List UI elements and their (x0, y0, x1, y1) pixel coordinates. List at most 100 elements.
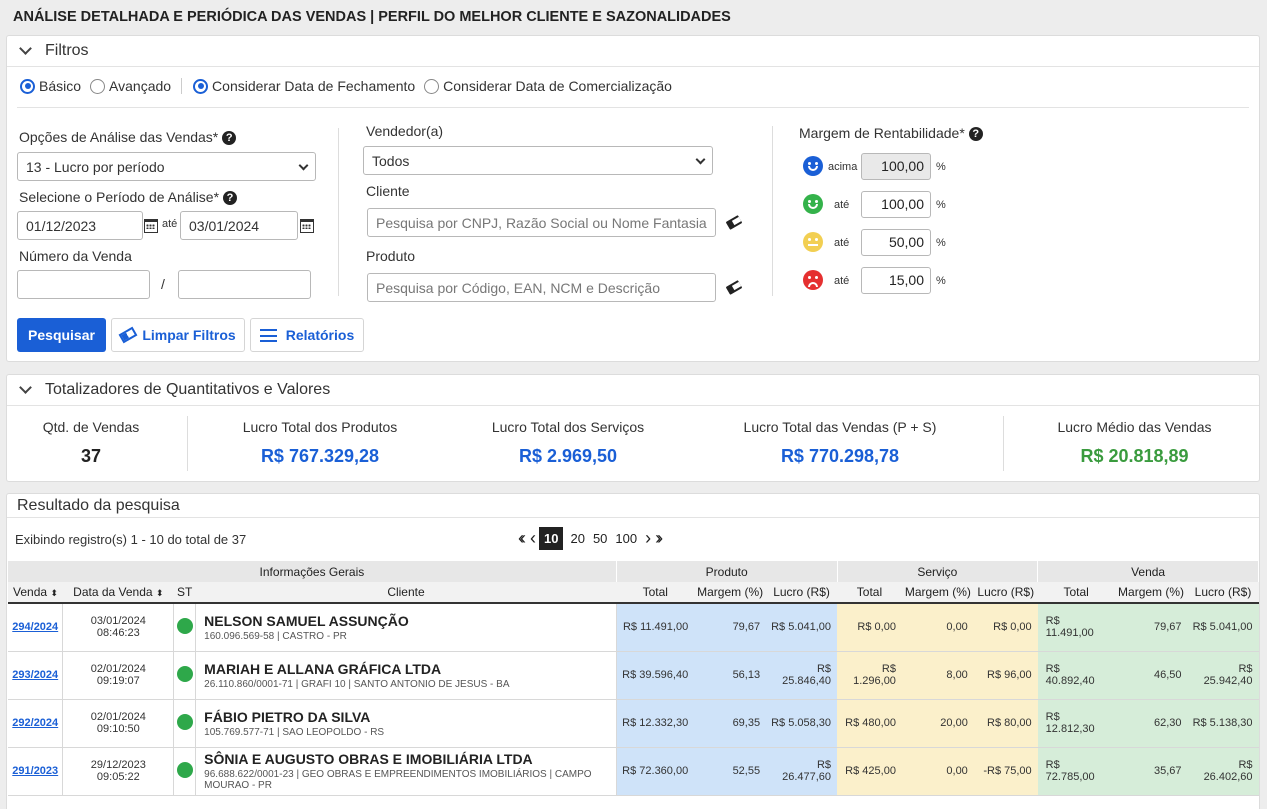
first-page-icon[interactable]: ‹‹ (518, 528, 526, 549)
margin-3-input[interactable]: 50,00 (861, 229, 931, 256)
status-dot (176, 617, 193, 634)
page-size-50[interactable]: 50 (593, 531, 607, 546)
page-size-20[interactable]: 20 (570, 531, 584, 546)
col-date[interactable]: Data da Venda ⬍ (62, 582, 174, 604)
margin-2-input[interactable]: 100,00 (861, 191, 931, 218)
sale-number-from-input[interactable] (17, 270, 150, 299)
col-service-total: Total (837, 582, 902, 604)
pagination: ‹‹ ‹ 10 20 50 100 › ›› (514, 527, 663, 550)
sale-number-to-input[interactable] (178, 270, 311, 299)
filters-panel: Filtros Básico Avançado Considerar Data … (6, 35, 1260, 362)
table-row: 293/2024 02/01/2024 09:19:07 MARIAH E ALLAN… (8, 651, 1259, 700)
sale-date: 02/01/2024 (90, 711, 146, 723)
total-services-value: R$ 2.969,50 (518, 446, 618, 466)
sale-time: 08:46:23 (96, 627, 140, 640)
service-margin: 8,00 (901, 651, 974, 700)
radio-date-closing[interactable] (193, 78, 209, 94)
column-divider (1003, 416, 1004, 471)
radio-date-trading[interactable] (424, 78, 440, 94)
product-margin: 79,67 (694, 603, 767, 652)
sale-time: 09:19:07 (96, 675, 140, 687)
help-icon[interactable]: ? (223, 191, 238, 205)
sale-profit: R$ 5.041,00 (1187, 603, 1259, 652)
date-from-input[interactable]: 01/12/2023 (17, 211, 143, 240)
margin-1-unit: % (936, 161, 946, 173)
analysis-select[interactable]: 13 - Lucro por período (17, 152, 316, 181)
radio-basic-label: Básico (39, 78, 82, 94)
reports-button[interactable]: Relatórios (250, 318, 364, 352)
margin-4-label: até (834, 275, 850, 287)
help-icon[interactable]: ? (968, 127, 983, 141)
column-divider (338, 128, 339, 296)
sale-margin: 35,67 (1114, 747, 1188, 796)
sort-icon: ⬍ (50, 588, 58, 598)
chevron-down-icon (695, 154, 706, 165)
sale-total: R$ 12.812,30 (1037, 699, 1115, 748)
seller-select[interactable]: Todos (363, 146, 713, 175)
product-margin: 52,55 (694, 747, 767, 796)
sale-link[interactable]: 294/2024 (12, 621, 58, 633)
radio-advanced[interactable] (90, 78, 106, 94)
product-total: R$ 12.332,30 (616, 699, 695, 748)
sale-link[interactable]: 291/2023 (12, 765, 58, 777)
calendar-icon[interactable] (300, 219, 314, 233)
margin-1-label: acima (828, 161, 858, 173)
radio-date-trading-label: Considerar Data de Comercialização (443, 78, 672, 94)
radio-basic[interactable] (20, 78, 35, 94)
eraser-icon[interactable] (725, 280, 743, 295)
product-search-input[interactable]: Pesquisa por Código, EAN, NCM e Descriçã… (367, 273, 716, 302)
next-page-icon[interactable]: › (645, 528, 651, 549)
product-total: R$ 39.596,40 (616, 651, 695, 700)
sale-margin: 46,50 (1114, 651, 1188, 700)
client-search-input[interactable]: Pesquisa por CNPJ, Razão Social ou Nome … (367, 208, 716, 237)
seller-label: Vendedor(a) (366, 123, 444, 139)
search-button[interactable]: Pesquisar (17, 318, 106, 352)
total-products: Lucro Total dos Produtos R$ 767.329,28 (220, 419, 420, 467)
product-profit: R$ 5.058,30 (766, 699, 838, 748)
totals-header[interactable]: Totalizadores de Quantitativos e Valores (7, 375, 1259, 406)
prev-page-icon[interactable]: ‹ (530, 528, 536, 549)
group-sale: Venda (1037, 561, 1259, 582)
service-total: R$ 425,00 (837, 747, 902, 796)
sale-date: 02/01/2024 (90, 663, 146, 675)
page-size-10[interactable]: 10 (539, 527, 564, 550)
group-general: Informações Gerais (8, 561, 617, 582)
product-profit: R$ 5.041,00 (766, 603, 838, 652)
eraser-icon[interactable] (725, 215, 743, 230)
sale-total: R$ 11.491,00 (1037, 603, 1115, 652)
page-size-100[interactable]: 100 (615, 531, 637, 546)
client-details: 26.110.860/0001-71 | GRAFI 10 | SANTO AN… (204, 678, 510, 690)
sale-number-separator: / (161, 276, 165, 292)
records-info: Exibindo registro(s) 1 - 10 do total de … (15, 532, 247, 547)
sale-margin: 79,67 (1114, 603, 1188, 652)
sale-link[interactable]: 292/2024 (12, 717, 58, 729)
total-sales: Lucro Total das Vendas (P + S) R$ 770.29… (720, 419, 960, 467)
filters-title: Filtros (45, 42, 89, 59)
results-title: Resultado da pesquisa (17, 496, 180, 514)
total-average-label: Lucro Médio das Vendas (1057, 419, 1212, 435)
col-client: Cliente (195, 582, 617, 604)
clear-filters-label: Limpar Filtros (142, 327, 236, 343)
analysis-label-text: Opções de Análise das Vendas* (19, 129, 219, 145)
totals-panel: Totalizadores de Quantitativos e Valores… (6, 374, 1260, 482)
filters-header[interactable]: Filtros (7, 36, 1259, 67)
col-sale[interactable]: Venda ⬍ (8, 582, 63, 604)
table-row: 291/2023 29/12/2023 09:05:22 SÔNIA E AUGUST… (8, 747, 1259, 796)
margin-4-input[interactable]: 15,00 (861, 267, 931, 294)
col-status: ST (173, 582, 196, 604)
chevron-down-icon (19, 42, 32, 55)
calendar-icon[interactable] (144, 219, 158, 233)
date-to-input[interactable]: 03/01/2024 (180, 211, 298, 240)
sale-link[interactable]: 293/2024 (12, 669, 58, 681)
neutral-smiley-icon (803, 232, 823, 252)
col-service-margin: Margem (%) (901, 582, 974, 604)
radio-row: Básico Avançado Considerar Data de Fecha… (20, 78, 681, 94)
help-icon[interactable]: ? (222, 131, 237, 145)
page-title: ANÁLISE DETALHADA E PERIÓDICA DAS VENDAS… (13, 9, 731, 25)
client-name: FÁBIO PIETRO DA SILVA (204, 708, 371, 725)
clear-filters-button[interactable]: Limpar Filtros (111, 318, 245, 352)
total-average: Lucro Médio das Vendas R$ 20.818,89 (1037, 419, 1232, 467)
reports-label: Relatórios (285, 327, 355, 343)
period-label-text: Selecione o Período de Análise* (19, 189, 220, 205)
last-page-icon[interactable]: ›› (655, 528, 663, 549)
